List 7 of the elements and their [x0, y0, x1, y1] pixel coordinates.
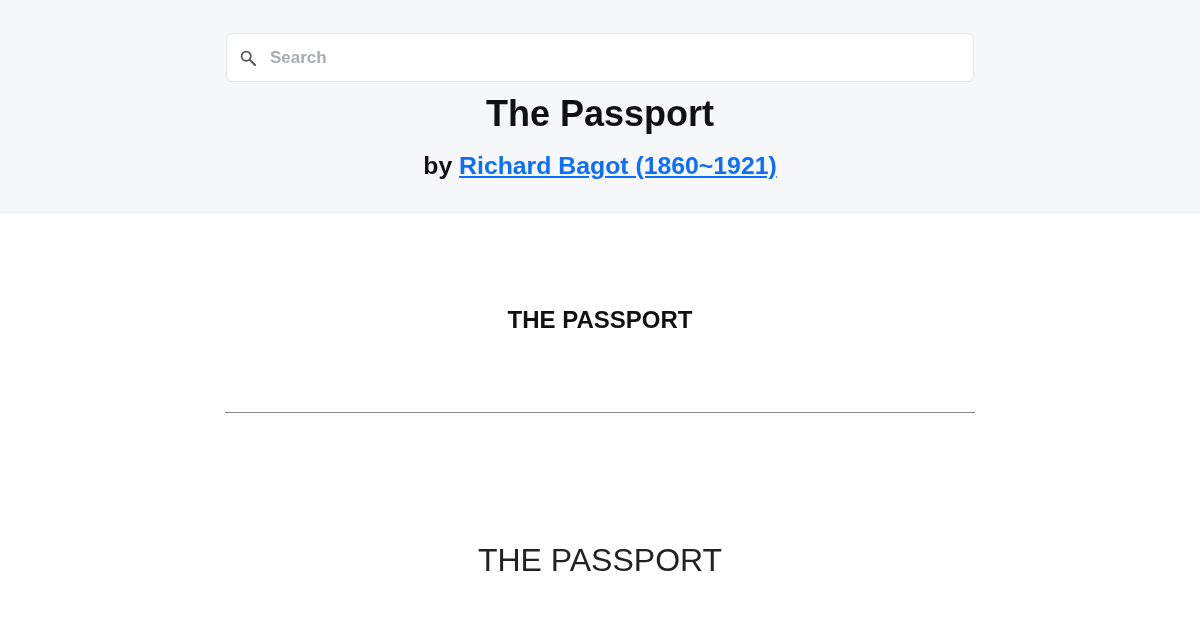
section-heading: THE PASSPORT: [507, 305, 693, 335]
author-link[interactable]: Richard Bagot (1860~1921): [459, 152, 777, 179]
book-title: The Passport: [485, 92, 715, 136]
chapter-title: THE PASSPORT: [477, 542, 723, 578]
search-icon: [240, 50, 256, 66]
search-field[interactable]: Search: [226, 33, 974, 82]
byline-text: by: [423, 152, 453, 179]
